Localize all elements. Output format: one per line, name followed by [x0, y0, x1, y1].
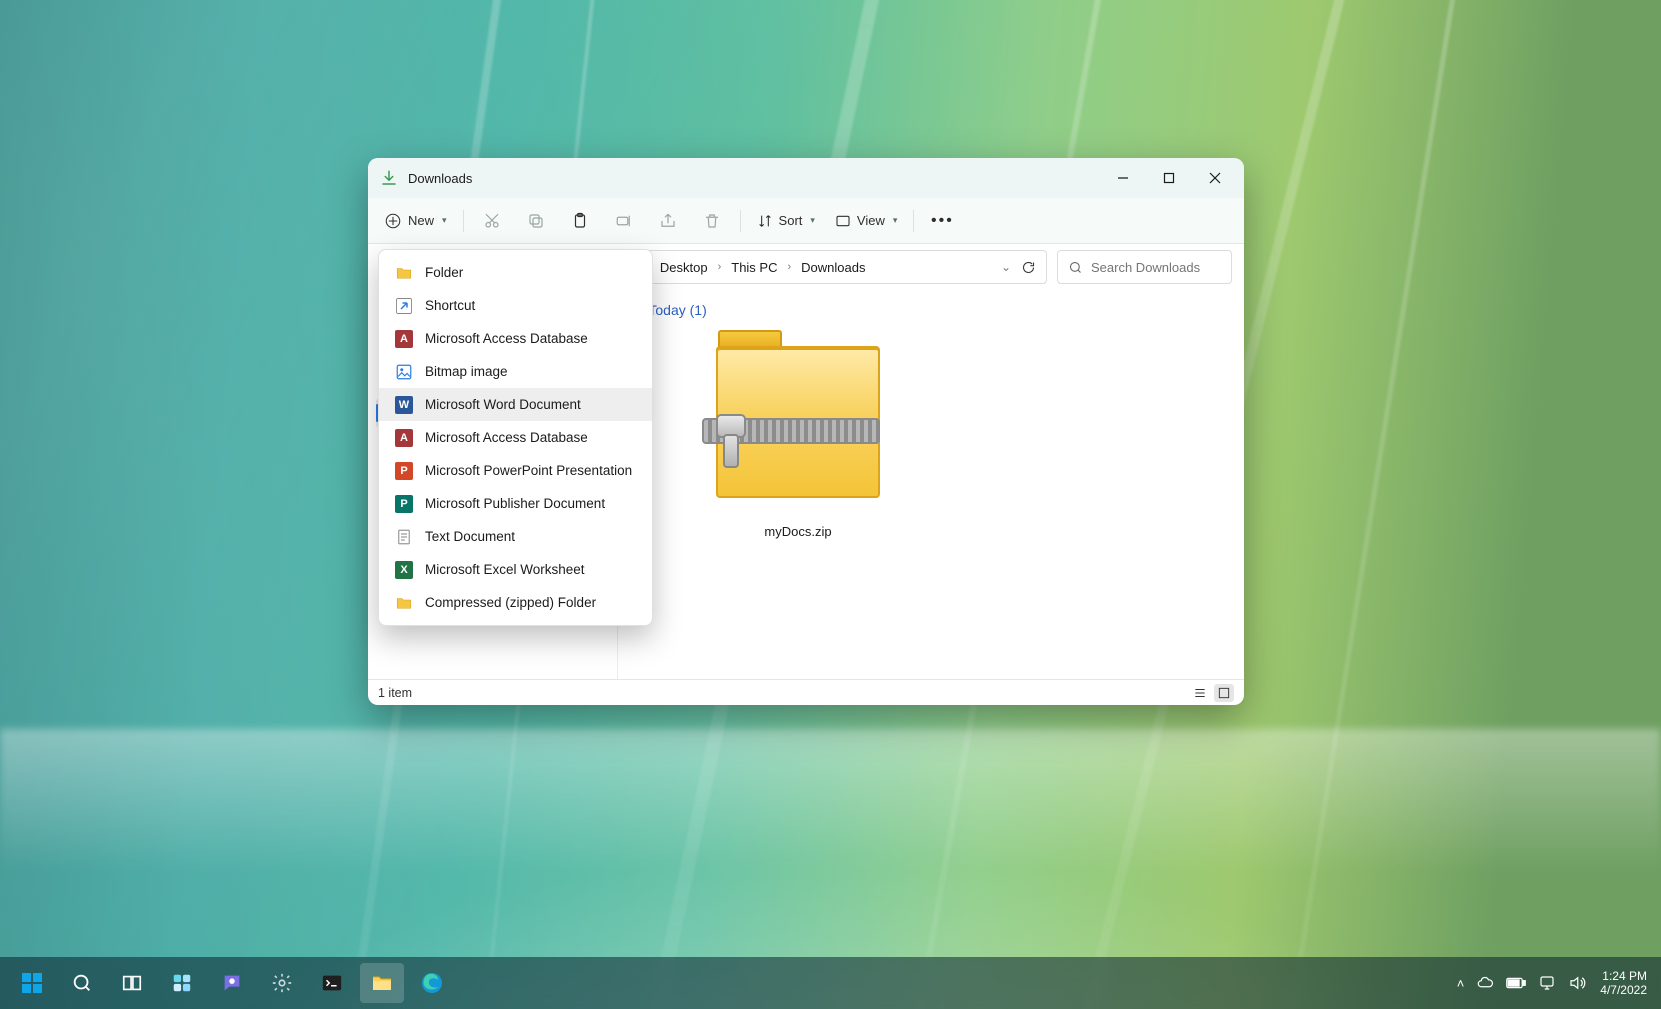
- new-menu-item-label: Microsoft Excel Worksheet: [425, 562, 585, 577]
- date-label: 4/7/2022: [1600, 983, 1647, 997]
- new-menu-item-label: Microsoft Access Database: [425, 331, 588, 346]
- new-menu-item[interactable]: Bitmap image: [379, 355, 652, 388]
- view-icon: [835, 213, 851, 229]
- terminal-button[interactable]: [310, 963, 354, 1003]
- widgets-button[interactable]: [160, 963, 204, 1003]
- new-menu-item-label: Compressed (zipped) Folder: [425, 595, 596, 610]
- minimize-button[interactable]: [1100, 158, 1146, 198]
- chevron-down-icon: ▾: [442, 215, 447, 226]
- more-button[interactable]: •••: [922, 204, 962, 238]
- clock[interactable]: 1:24 PM 4/7/2022: [1600, 969, 1651, 997]
- plus-circle-icon: [384, 212, 402, 230]
- battery-icon[interactable]: [1506, 976, 1526, 990]
- new-menu-item-label: Folder: [425, 265, 463, 280]
- time-label: 1:24 PM: [1600, 969, 1647, 983]
- status-bar: 1 item: [368, 679, 1244, 705]
- window-title: Downloads: [408, 171, 472, 186]
- folder-icon: [395, 264, 413, 282]
- shortcut-icon: [395, 297, 413, 315]
- txt-icon: [395, 528, 413, 546]
- zip-folder-icon: [698, 326, 898, 506]
- breadcrumb-downloads[interactable]: Downloads: [797, 258, 869, 277]
- item-count-label: 1 item: [378, 686, 412, 700]
- downloads-icon: [380, 169, 398, 187]
- search-input[interactable]: [1091, 260, 1221, 275]
- new-menu-item[interactable]: Compressed (zipped) Folder: [379, 586, 652, 619]
- volume-icon[interactable]: [1568, 974, 1586, 992]
- taskbar[interactable]: ˄ 1:24 PM 4/7/2022: [0, 957, 1661, 1009]
- new-menu-item[interactable]: X Microsoft Excel Worksheet: [379, 553, 652, 586]
- new-menu-item-label: Text Document: [425, 529, 515, 544]
- new-menu-item[interactable]: P Microsoft Publisher Document: [379, 487, 652, 520]
- onedrive-icon[interactable]: [1476, 974, 1494, 992]
- zip-icon: [395, 594, 413, 612]
- X-icon: X: [395, 561, 413, 579]
- new-menu-item[interactable]: P Microsoft PowerPoint Presentation: [379, 454, 652, 487]
- file-item-zip[interactable]: myDocs.zip: [668, 326, 928, 539]
- new-menu-item[interactable]: A Microsoft Access Database: [379, 421, 652, 454]
- new-label: New: [408, 213, 434, 228]
- system-tray[interactable]: ˄: [1457, 974, 1587, 992]
- breadcrumb-this-pc[interactable]: This PC: [727, 258, 781, 277]
- file-name-label: myDocs.zip: [668, 524, 928, 539]
- overflow-icon[interactable]: ˄: [1457, 976, 1465, 991]
- rename-button[interactable]: [604, 204, 644, 238]
- cut-button[interactable]: [472, 204, 512, 238]
- search-box[interactable]: [1057, 250, 1232, 284]
- chevron-down-icon: ▾: [893, 215, 898, 226]
- chevron-down-icon[interactable]: ⌄: [1001, 260, 1011, 274]
- refresh-button[interactable]: [1021, 260, 1036, 275]
- new-menu-item-label: Microsoft PowerPoint Presentation: [425, 463, 632, 478]
- new-menu-item-label: Bitmap image: [425, 364, 508, 379]
- A-icon: A: [395, 429, 413, 447]
- content-area[interactable]: ⌄ Today (1) myDocs.zip: [618, 290, 1244, 679]
- close-button[interactable]: [1192, 158, 1238, 198]
- A-icon: A: [395, 330, 413, 348]
- new-menu-item[interactable]: Folder: [379, 256, 652, 289]
- P-icon: P: [395, 462, 413, 480]
- new-menu-item-label: Microsoft Word Document: [425, 397, 581, 412]
- new-menu-item[interactable]: Shortcut: [379, 289, 652, 322]
- copy-button[interactable]: [516, 204, 556, 238]
- search-icon: [1068, 260, 1083, 275]
- view-button[interactable]: View ▾: [827, 204, 905, 238]
- chevron-right-icon: ›: [787, 261, 791, 273]
- group-header-today[interactable]: ⌄ Today (1): [634, 302, 1226, 318]
- paste-button[interactable]: [560, 204, 600, 238]
- start-button[interactable]: [10, 963, 54, 1003]
- details-layout-button[interactable]: [1190, 684, 1210, 702]
- sort-button[interactable]: Sort ▾: [749, 204, 823, 238]
- ellipsis-icon: •••: [931, 212, 954, 230]
- new-menu-item-label: Microsoft Access Database: [425, 430, 588, 445]
- share-button[interactable]: [648, 204, 688, 238]
- chat-button[interactable]: [210, 963, 254, 1003]
- settings-button[interactable]: [260, 963, 304, 1003]
- maximize-button[interactable]: [1146, 158, 1192, 198]
- new-menu: Folder Shortcut A Microsoft Access Database…: [378, 249, 653, 626]
- network-icon[interactable]: [1538, 974, 1556, 992]
- edge-button[interactable]: [410, 963, 454, 1003]
- file-explorer-button[interactable]: [360, 963, 404, 1003]
- search-button[interactable]: [60, 963, 104, 1003]
- large-icons-layout-button[interactable]: [1214, 684, 1234, 702]
- delete-button[interactable]: [692, 204, 732, 238]
- titlebar[interactable]: Downloads: [368, 158, 1244, 198]
- new-button[interactable]: New ▾: [376, 204, 455, 238]
- W-icon: W: [395, 396, 413, 414]
- sort-label: Sort: [779, 213, 803, 228]
- chevron-down-icon: ▾: [810, 215, 815, 226]
- new-menu-item-label: Shortcut: [425, 298, 475, 313]
- view-label: View: [857, 213, 885, 228]
- new-menu-item-label: Microsoft Publisher Document: [425, 496, 605, 511]
- task-view-button[interactable]: [110, 963, 154, 1003]
- P-icon: P: [395, 495, 413, 513]
- new-menu-item[interactable]: W Microsoft Word Document: [379, 388, 652, 421]
- command-bar: New ▾ Sort ▾ View ▾ •••: [368, 198, 1244, 244]
- chevron-right-icon: ›: [718, 261, 722, 273]
- bmp-icon: [395, 363, 413, 381]
- new-menu-item[interactable]: Text Document: [379, 520, 652, 553]
- new-menu-item[interactable]: A Microsoft Access Database: [379, 322, 652, 355]
- sort-icon: [757, 213, 773, 229]
